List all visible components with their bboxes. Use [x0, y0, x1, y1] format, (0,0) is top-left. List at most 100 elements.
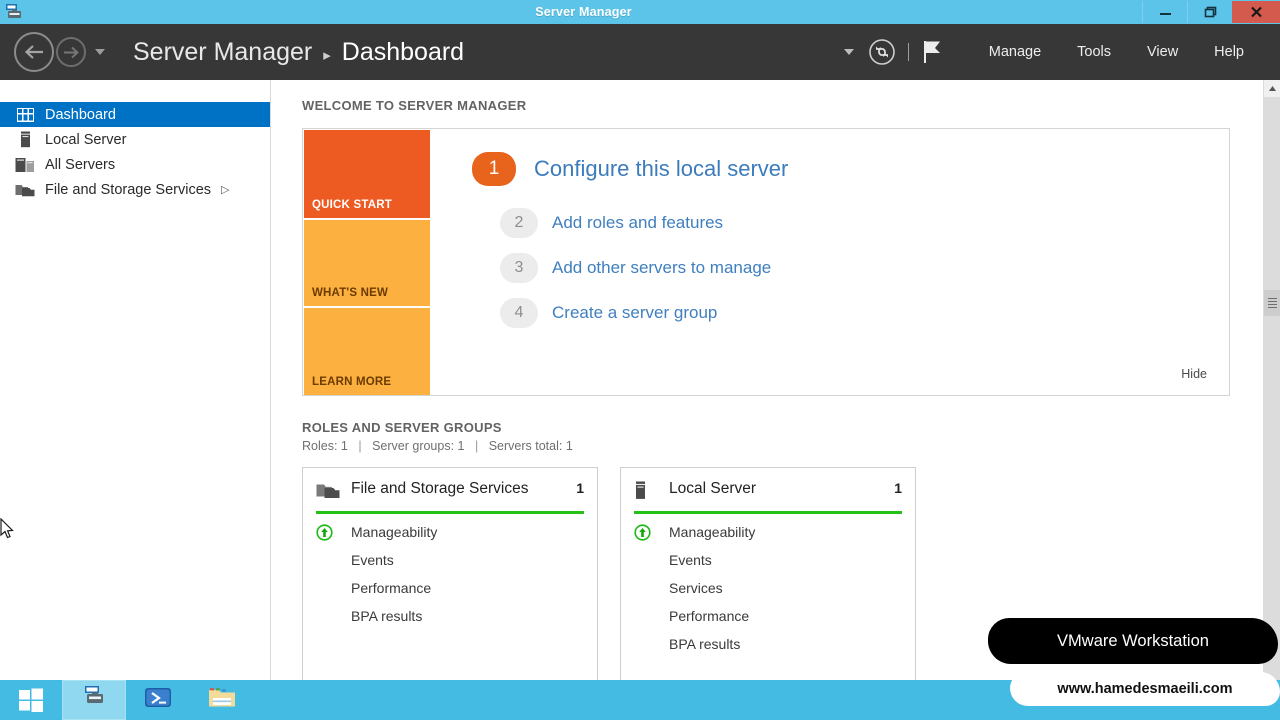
- card-row[interactable]: Events: [316, 547, 584, 573]
- sidebar-item-label: File and Storage Services: [45, 181, 212, 198]
- taskbar-button-powershell[interactable]: [126, 680, 190, 720]
- forward-arrow-icon[interactable]: [56, 37, 86, 67]
- sidebar-item-label: Local Server: [45, 131, 127, 148]
- card-row[interactable]: Manageability: [316, 519, 584, 545]
- command-bar: Server Manager ▸ Dashboard Manage Tools …: [0, 24, 1280, 80]
- card-header: File and Storage Services 1: [316, 478, 584, 505]
- windows-start-icon[interactable]: [0, 680, 62, 720]
- summary-separator: |: [358, 439, 362, 453]
- card-row-label: Performance: [351, 580, 432, 596]
- green-up-arrow-icon: [316, 523, 342, 541]
- sidebar-item-local-server[interactable]: Local Server: [0, 127, 270, 152]
- card-status-bar: [316, 511, 584, 514]
- scrollbar-track[interactable]: [1264, 97, 1280, 680]
- card-row[interactable]: Manageability: [634, 519, 902, 545]
- card-local-server[interactable]: Local Server 1 Manageability Events Serv…: [620, 467, 916, 680]
- scrollbar-grip-icon: [1268, 296, 1277, 310]
- minimize-button[interactable]: [1142, 1, 1187, 23]
- chevron-right-icon[interactable]: ▷: [221, 183, 229, 196]
- breadcrumb-separator-icon: ▸: [323, 46, 331, 64]
- breadcrumb: Server Manager ▸ Dashboard: [133, 38, 464, 67]
- vertical-scrollbar[interactable]: [1263, 80, 1280, 680]
- window-controls: [1142, 0, 1280, 24]
- card-count: 1: [894, 480, 902, 496]
- sidebar: Dashboard Local Server All Servers File …: [0, 80, 271, 680]
- command-bar-right: Manage Tools View Help: [843, 24, 1280, 80]
- tile-label: WHAT'S NEW: [312, 287, 389, 300]
- card-row-label: BPA results: [669, 636, 741, 652]
- green-up-arrow-icon: [634, 523, 660, 541]
- scroll-up-icon[interactable]: [1264, 80, 1280, 97]
- server-manager-window: Server Manager Server Manager ▸ Dashboar…: [0, 0, 1280, 720]
- step-number: 1: [472, 152, 516, 186]
- card-header: Local Server 1: [634, 478, 902, 505]
- tile-quick-start[interactable]: QUICK START: [304, 130, 430, 218]
- menu-help[interactable]: Help: [1196, 44, 1262, 60]
- mouse-cursor: [0, 517, 18, 542]
- tile-whats-new[interactable]: WHAT'S NEW: [304, 219, 430, 307]
- folder-storage-icon: [316, 478, 342, 505]
- taskbar-button-file-explorer[interactable]: [190, 680, 254, 720]
- menu-manage[interactable]: Manage: [971, 44, 1059, 60]
- window-title: Server Manager: [535, 5, 632, 19]
- restore-button[interactable]: [1187, 1, 1232, 23]
- card-row[interactable]: BPA results: [316, 603, 584, 629]
- quick-links-strip: QUICK START WHAT'S NEW LEARN MORE: [303, 129, 430, 396]
- card-row[interactable]: Services: [634, 575, 902, 601]
- taskbar-button-server-manager[interactable]: [62, 680, 126, 720]
- step-configure-local-server[interactable]: 1 Configure this local server: [472, 152, 1229, 186]
- tile-label: QUICK START: [312, 198, 392, 211]
- sidebar-item-file-and-storage-services[interactable]: File and Storage Services ▷: [0, 177, 270, 202]
- back-arrow-icon[interactable]: [14, 32, 54, 72]
- step-number: 4: [500, 298, 538, 328]
- refresh-icon[interactable]: [868, 38, 896, 66]
- step-label[interactable]: Configure this local server: [534, 156, 788, 182]
- step-label[interactable]: Add other servers to manage: [552, 258, 771, 278]
- card-row[interactable]: Performance: [634, 603, 902, 629]
- roles-summary: Roles: 1 | Server groups: 1 | Servers to…: [302, 439, 1280, 453]
- card-row-label: Events: [351, 552, 394, 568]
- watermark-site: www.hamedesmaeili.com: [1010, 672, 1280, 706]
- card-file-and-storage-services[interactable]: File and Storage Services 1 Manageabilit…: [302, 467, 598, 680]
- server-manager-icon: [79, 684, 109, 717]
- card-row[interactable]: Performance: [316, 575, 584, 601]
- welcome-tile: QUICK START WHAT'S NEW LEARN MORE 1 Conf…: [302, 128, 1230, 396]
- sidebar-item-all-servers[interactable]: All Servers: [0, 152, 270, 177]
- roles-count: Roles: 1: [302, 439, 348, 453]
- flag-icon[interactable]: [921, 39, 945, 65]
- server-icon: [634, 478, 660, 505]
- step-number: 3: [500, 253, 538, 283]
- card-row-label: Services: [669, 580, 723, 596]
- tile-label: LEARN MORE: [312, 376, 392, 389]
- scrollbar-thumb[interactable]: [1264, 290, 1280, 316]
- tile-learn-more[interactable]: LEARN MORE: [304, 308, 430, 396]
- history-dropdown-icon[interactable]: [95, 49, 105, 55]
- powershell-icon: [143, 685, 173, 716]
- step-create-server-group[interactable]: 4 Create a server group: [500, 298, 1229, 328]
- toolbar-divider: [907, 43, 909, 61]
- hide-link[interactable]: Hide: [1181, 367, 1207, 381]
- card-row[interactable]: BPA results: [634, 631, 902, 657]
- file-explorer-icon: [207, 685, 237, 716]
- card-row[interactable]: Events: [634, 547, 902, 573]
- step-label[interactable]: Add roles and features: [552, 213, 723, 233]
- chevron-down-icon[interactable]: [843, 49, 854, 55]
- sidebar-item-label: All Servers: [45, 156, 116, 173]
- menu-view[interactable]: View: [1129, 44, 1196, 60]
- servers-stack-icon: [14, 156, 36, 174]
- card-count: 1: [576, 480, 584, 496]
- close-button[interactable]: [1232, 1, 1280, 23]
- dashboard-grid-icon: [14, 106, 36, 124]
- watermark-app: VMware Workstation: [988, 618, 1278, 664]
- card-row-label: Performance: [669, 608, 750, 624]
- card-title: File and Storage Services: [351, 480, 529, 497]
- step-label[interactable]: Create a server group: [552, 303, 717, 323]
- breadcrumb-root[interactable]: Server Manager: [133, 38, 312, 67]
- menu-tools[interactable]: Tools: [1059, 44, 1129, 60]
- sidebar-item-dashboard[interactable]: Dashboard: [0, 102, 270, 127]
- step-add-roles-and-features[interactable]: 2 Add roles and features: [500, 208, 1229, 238]
- step-add-other-servers[interactable]: 3 Add other servers to manage: [500, 253, 1229, 283]
- card-row-label: Manageability: [351, 524, 438, 540]
- card-status-bar: [634, 511, 902, 514]
- watermark-app-label: VMware Workstation: [1057, 631, 1209, 650]
